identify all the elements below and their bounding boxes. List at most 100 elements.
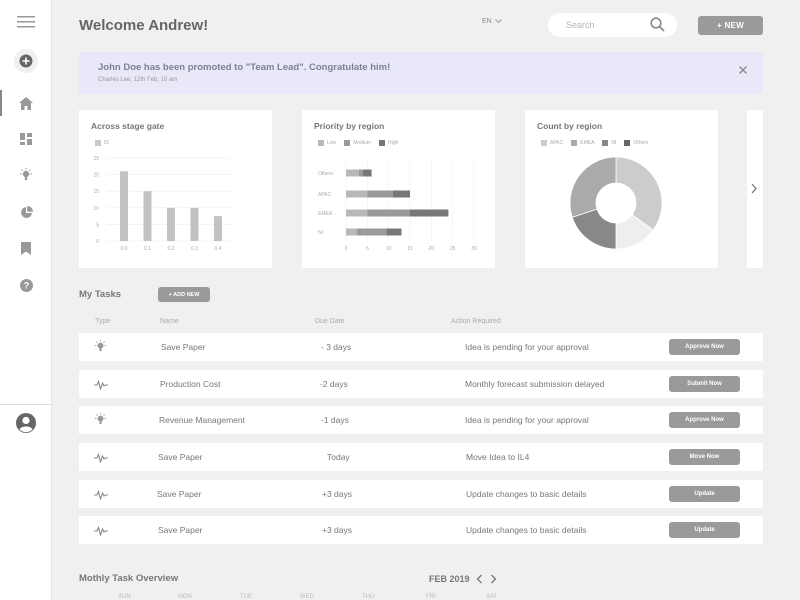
y-tick-label: 0 (96, 239, 99, 245)
task-due-date: Today (327, 452, 350, 462)
task-action-button[interactable]: Approve Now (669, 412, 740, 428)
y-tick-label: 25 (93, 156, 99, 162)
menu-icon[interactable] (0, 9, 52, 35)
chevron-right-icon[interactable] (750, 183, 758, 194)
task-action: Move Idea to IL4 (466, 452, 530, 462)
chevron-right-icon[interactable] (490, 574, 497, 584)
task-due-date: +3 days (322, 525, 353, 535)
bar (190, 207, 199, 241)
new-button[interactable]: + NEW (698, 16, 763, 35)
weekday-label: THU (362, 594, 375, 600)
task-name: Save Paper (157, 489, 202, 499)
task-action: Idea is pending for your approval (465, 415, 589, 425)
bar-segment (386, 228, 402, 236)
y-tick-label: 5 (96, 222, 99, 228)
bookmark-icon[interactable] (0, 235, 52, 261)
weekday-label: FRI (426, 594, 436, 600)
task-action: Idea is pending for your approval (465, 342, 589, 352)
pulse-icon (94, 452, 108, 464)
bar (167, 207, 175, 241)
dashboard-icon[interactable] (0, 126, 52, 152)
sidebar-divider (0, 404, 52, 405)
close-icon[interactable] (739, 66, 747, 74)
y-tick-label: Others (318, 171, 334, 177)
column-header-type: Type (95, 318, 111, 325)
x-tick-label: 5 (366, 246, 369, 252)
pulse-icon (94, 525, 108, 537)
language-label: EN (482, 18, 492, 25)
pie-chart-icon[interactable] (0, 199, 52, 225)
bar-segment (346, 228, 357, 236)
table-row[interactable]: Save Paper +3 days Update changes to basic… (79, 516, 763, 544)
task-due-date: -2 days (320, 379, 348, 389)
x-tick-label: 10 (386, 246, 392, 252)
bar-segment (358, 169, 364, 177)
chevron-left-icon[interactable] (476, 574, 483, 584)
bar-segment (392, 190, 410, 198)
column-header-action: Action Required (451, 318, 501, 325)
task-action: Monthly forecast submission delayed (465, 379, 605, 389)
sidebar: ? (0, 0, 52, 600)
table-row[interactable]: Save Paper - 3 days Idea is pending for yo… (79, 333, 763, 361)
task-name: Production Cost (160, 379, 221, 389)
x-tick-label: 0.1 (144, 246, 151, 252)
bar (214, 216, 222, 241)
y-tick-label: 20 (93, 173, 99, 179)
weekday-label: SAT (486, 594, 498, 600)
search-input[interactable] (566, 20, 646, 30)
task-name: Save Paper (158, 452, 203, 462)
task-name: Save Paper (161, 342, 206, 352)
task-action-button[interactable]: Move Now (669, 449, 740, 465)
idea-icon[interactable] (0, 162, 52, 188)
bar-segment (346, 190, 368, 198)
pulse-icon (94, 379, 108, 391)
bar-segment (410, 209, 449, 217)
weekday-label: SUN (118, 594, 131, 600)
monthly-overview-title: Mothly Task Overview (79, 573, 179, 584)
x-tick-label: 20 (429, 246, 435, 252)
task-type (94, 523, 108, 541)
task-due-date: - 3 days (321, 342, 352, 352)
table-row[interactable]: Save Paper +3 days Update changes to basic… (79, 480, 763, 508)
weekday-label: MON (178, 594, 192, 600)
calendar-month: FEB 2019 (429, 574, 470, 584)
y-tick-label: NI (318, 230, 323, 236)
tasks-title: My Tasks (79, 289, 122, 300)
help-icon[interactable]: ? (0, 272, 52, 298)
add-icon[interactable] (0, 48, 52, 74)
idea-icon (94, 413, 107, 425)
add-new-task-button[interactable]: + ADD NEW (158, 287, 210, 302)
x-tick-label: 0.0 (121, 246, 128, 252)
home-icon[interactable] (0, 90, 52, 116)
table-row[interactable]: Production Cost -2 days Monthly forecast s… (79, 370, 763, 398)
task-type (94, 487, 108, 505)
language-selector[interactable]: EN (482, 18, 502, 25)
y-tick-label: APAC (318, 192, 332, 198)
x-tick-label: 0.3 (191, 246, 198, 252)
task-name: Revenue Management (159, 415, 246, 425)
x-tick-label: 0 (345, 246, 348, 252)
search-box (548, 13, 677, 37)
search-icon[interactable] (650, 17, 665, 32)
pulse-icon (94, 489, 108, 501)
task-action-button[interactable]: Update (669, 522, 740, 538)
table-row[interactable]: Save Paper Today Move Idea to IL4 Move Now (79, 443, 763, 471)
x-tick-label: 25 (450, 246, 456, 252)
bar-segment (367, 209, 410, 217)
pie-slice (615, 156, 663, 231)
bar-segment (346, 209, 368, 217)
task-action-button[interactable]: Approve Now (669, 339, 740, 355)
task-action-button[interactable]: Update (669, 486, 740, 502)
task-type (94, 413, 107, 431)
weekday-label: TUE (240, 594, 252, 600)
task-action-button[interactable]: Submit Now (669, 376, 740, 392)
task-type (94, 377, 108, 395)
y-tick-label: 10 (93, 206, 99, 212)
donut-chart (569, 156, 663, 250)
bar-segment (363, 169, 372, 177)
column-header-name: Name (160, 318, 179, 325)
bar-segment (356, 228, 387, 236)
user-avatar-icon[interactable] (0, 410, 52, 436)
table-row[interactable]: Revenue Management -1 days Idea is pending… (79, 406, 763, 434)
task-due-date: -1 days (321, 415, 349, 425)
